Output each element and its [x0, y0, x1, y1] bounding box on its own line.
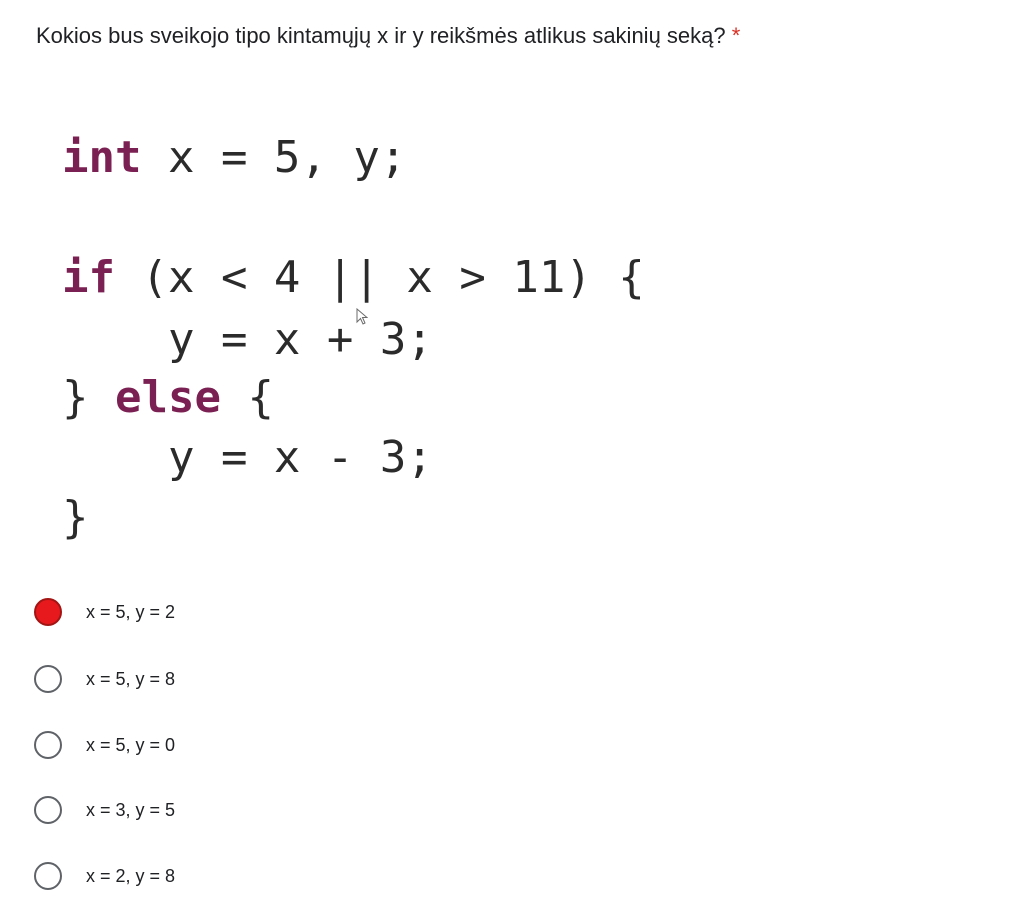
option-1[interactable]: x = 5, y = 2 — [34, 590, 334, 634]
code-line-5: y = x - 3; — [62, 430, 433, 486]
option-1-label: x = 5, y = 2 — [86, 601, 176, 622]
option-3-label: x = 5, y = 0 — [86, 734, 176, 755]
code-line-5-text: y = x - 3; — [62, 432, 433, 483]
code-line-6-text: } — [62, 492, 89, 543]
required-marker: * — [731, 23, 741, 48]
code-line-3-text: y = x + 3; — [62, 314, 433, 365]
option-2-label: x = 5, y = 8 — [86, 668, 176, 689]
radio-icon[interactable] — [34, 665, 62, 693]
mouse-cursor-icon — [356, 308, 368, 325]
code-line-1-text: x = 5, y; — [141, 132, 407, 183]
code-keyword-else: else — [114, 372, 221, 423]
code-keyword-if: if — [62, 252, 115, 303]
option-3[interactable]: x = 5, y = 0 — [34, 723, 334, 767]
option-5[interactable]: x = 2, y = 8 — [34, 854, 334, 898]
option-5-label: x = 2, y = 8 — [86, 865, 176, 886]
option-4-label: x = 3, y = 5 — [86, 799, 176, 820]
code-line-2: if (x < 4 || x > 11) { — [62, 250, 645, 306]
radio-icon[interactable] — [34, 862, 62, 890]
code-line-4-post: { — [220, 372, 274, 423]
code-image: int x = 5, y; if (x < 4 || x > 11) { y =… — [62, 130, 682, 550]
option-2[interactable]: x = 5, y = 8 — [34, 657, 334, 701]
radio-icon[interactable] — [34, 796, 62, 824]
code-keyword-int: int — [62, 132, 142, 183]
code-line-3: y = x + 3; — [62, 312, 433, 368]
code-line-4-pre: } — [62, 372, 115, 423]
code-line-2-text: (x < 4 || x > 11) { — [114, 252, 645, 303]
question-title: Kokios bus sveikojo tipo kintamųjų x ir … — [36, 22, 740, 50]
code-line-4: } else { — [62, 370, 274, 426]
radio-selected-icon[interactable] — [34, 598, 62, 626]
question-text: Kokios bus sveikojo tipo kintamųjų x ir … — [36, 23, 726, 48]
code-line-1: int x = 5, y; — [62, 130, 406, 186]
radio-icon[interactable] — [34, 731, 62, 759]
code-line-6: } — [62, 490, 89, 546]
option-4[interactable]: x = 3, y = 5 — [34, 788, 334, 832]
